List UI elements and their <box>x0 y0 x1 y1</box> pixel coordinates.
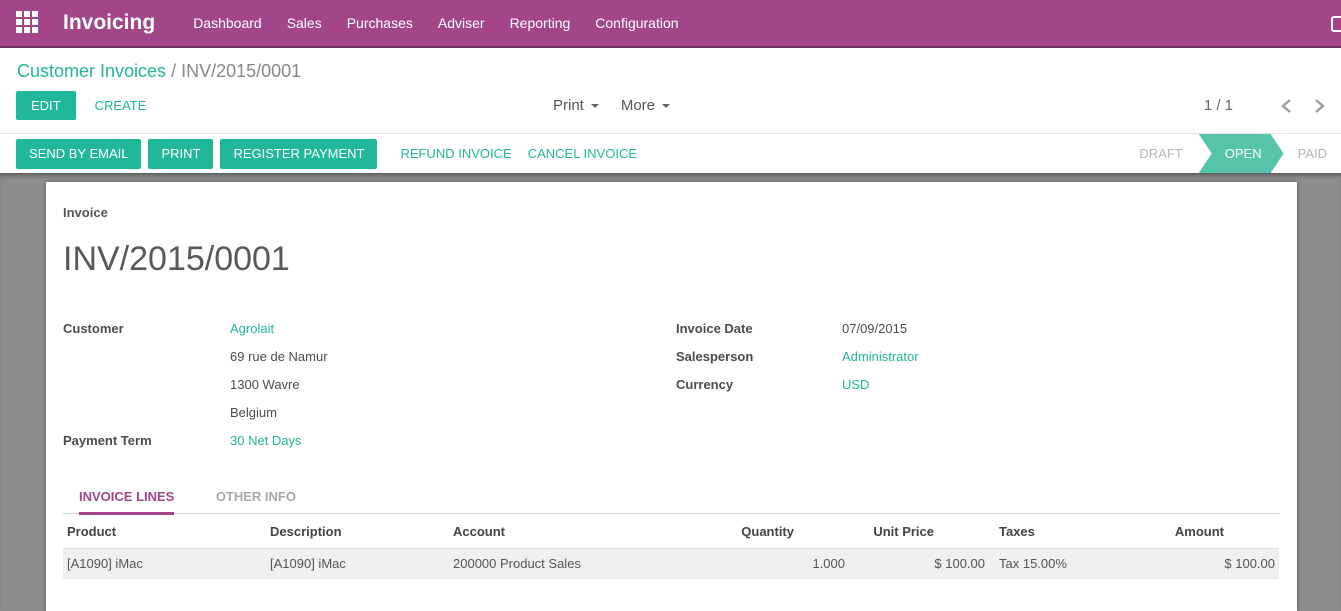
col-quantity[interactable]: Quantity <box>701 514 849 549</box>
control-panel: Customer Invoices/INV/2015/0001 EDIT CRE… <box>0 48 1341 134</box>
customer-address-line: Belgium <box>230 399 277 427</box>
action-menus: Print More <box>553 97 670 114</box>
pager-count: 1 / 1 <box>1204 97 1233 114</box>
menu-dashboard[interactable]: Dashboard <box>193 15 262 31</box>
apps-grid-icon[interactable] <box>16 11 41 36</box>
field-group-left: Customer Agrolait 69 rue de Namur 1300 W… <box>63 315 623 455</box>
col-product[interactable]: Product <box>63 514 266 549</box>
field-groups: Customer Agrolait 69 rue de Namur 1300 W… <box>63 315 1279 455</box>
pager-previous-button[interactable] <box>1281 98 1292 114</box>
cell-unit-price[interactable]: $ 100.00 <box>849 549 989 579</box>
table-header-row: Product Description Account Quantity Uni… <box>63 514 1279 549</box>
col-amount[interactable]: Amount <box>1139 514 1279 549</box>
col-account[interactable]: Account <box>449 514 701 549</box>
customer-address-line: 69 rue de Namur <box>230 343 328 371</box>
notification-icon[interactable] <box>1331 16 1341 32</box>
invoice-date-label: Invoice Date <box>676 315 842 343</box>
tab-other-info[interactable]: OTHER INFO <box>216 489 296 512</box>
status-pipeline: DRAFT OPEN PAID <box>1125 134 1341 173</box>
breadcrumb-separator: / <box>166 61 181 81</box>
chevron-right-icon <box>1314 98 1325 114</box>
menu-purchases[interactable]: Purchases <box>347 15 413 31</box>
edit-button[interactable]: EDIT <box>16 91 76 120</box>
payment-term-value-link[interactable]: 30 Net Days <box>230 427 302 455</box>
notebook-tabs: INVOICE LINES OTHER INFO <box>63 488 1279 514</box>
customer-label: Customer <box>63 315 230 343</box>
app-title: Invoicing <box>63 11 155 35</box>
chevron-down-icon <box>591 104 599 108</box>
salesperson-value-link[interactable]: Administrator <box>842 343 919 371</box>
pager-next-button[interactable] <box>1314 98 1325 114</box>
cell-amount[interactable]: $ 100.00 <box>1139 549 1279 579</box>
cell-product[interactable]: [A1090] iMac <box>63 549 266 579</box>
col-taxes[interactable]: Taxes <box>989 514 1139 549</box>
page-background: Invoice INV/2015/0001 Customer Agrolait … <box>0 173 1341 608</box>
statusbar: SEND BY EMAIL PRINT REGISTER PAYMENT REF… <box>0 134 1341 173</box>
table-row[interactable]: [A1090] iMac [A1090] iMac 200000 Product… <box>63 549 1279 579</box>
chevron-left-icon <box>1281 98 1292 114</box>
button-row: EDIT CREATE Print More 1 / 1 <box>0 87 1341 134</box>
more-dropdown[interactable]: More <box>621 97 670 114</box>
pager: 1 / 1 <box>1204 97 1325 114</box>
send-by-email-button[interactable]: SEND BY EMAIL <box>16 139 141 169</box>
print-dropdown[interactable]: Print <box>553 97 599 114</box>
status-open-active[interactable]: OPEN <box>1199 134 1284 173</box>
doc-type-label: Invoice <box>63 205 1279 220</box>
field-group-right: Invoice Date 07/09/2015 Salesperson Admi… <box>676 315 919 455</box>
menu-reporting[interactable]: Reporting <box>510 15 571 31</box>
payment-term-label: Payment Term <box>63 427 230 455</box>
print-button[interactable]: PRINT <box>148 139 213 169</box>
customer-address-line: 1300 Wavre <box>230 371 300 399</box>
cell-taxes[interactable]: Tax 15.00% <box>989 549 1139 579</box>
currency-label: Currency <box>676 371 842 399</box>
invoice-sheet: Invoice INV/2015/0001 Customer Agrolait … <box>46 182 1297 611</box>
menu-sales[interactable]: Sales <box>287 15 322 31</box>
breadcrumb: Customer Invoices/INV/2015/0001 <box>0 48 1341 87</box>
breadcrumb-customer-invoices[interactable]: Customer Invoices <box>17 61 166 81</box>
cancel-invoice-button[interactable]: CANCEL INVOICE <box>528 146 637 161</box>
col-description[interactable]: Description <box>266 514 449 549</box>
cell-quantity[interactable]: 1.000 <box>701 549 849 579</box>
chevron-down-icon <box>662 104 670 108</box>
invoice-number-title: INV/2015/0001 <box>63 240 1279 279</box>
salesperson-label: Salesperson <box>676 343 842 371</box>
col-unit-price[interactable]: Unit Price <box>849 514 989 549</box>
cell-account[interactable]: 200000 Product Sales <box>449 549 701 579</box>
top-menu: Dashboard Sales Purchases Adviser Report… <box>193 15 678 31</box>
status-paid[interactable]: PAID <box>1284 146 1341 161</box>
refund-invoice-button[interactable]: REFUND INVOICE <box>400 146 511 161</box>
currency-value-link[interactable]: USD <box>842 371 869 399</box>
menu-configuration[interactable]: Configuration <box>595 15 678 31</box>
customer-value-link[interactable]: Agrolait <box>230 315 274 343</box>
status-draft[interactable]: DRAFT <box>1125 146 1196 161</box>
invoice-lines-table: Product Description Account Quantity Uni… <box>63 514 1279 579</box>
create-button[interactable]: CREATE <box>95 98 147 113</box>
top-navbar: Invoicing Dashboard Sales Purchases Advi… <box>0 0 1341 48</box>
register-payment-button[interactable]: REGISTER PAYMENT <box>220 139 377 169</box>
cell-description[interactable]: [A1090] iMac <box>266 549 449 579</box>
breadcrumb-current: INV/2015/0001 <box>181 61 301 81</box>
menu-adviser[interactable]: Adviser <box>438 15 485 31</box>
invoice-date-value: 07/09/2015 <box>842 315 907 343</box>
tab-invoice-lines[interactable]: INVOICE LINES <box>79 489 174 515</box>
